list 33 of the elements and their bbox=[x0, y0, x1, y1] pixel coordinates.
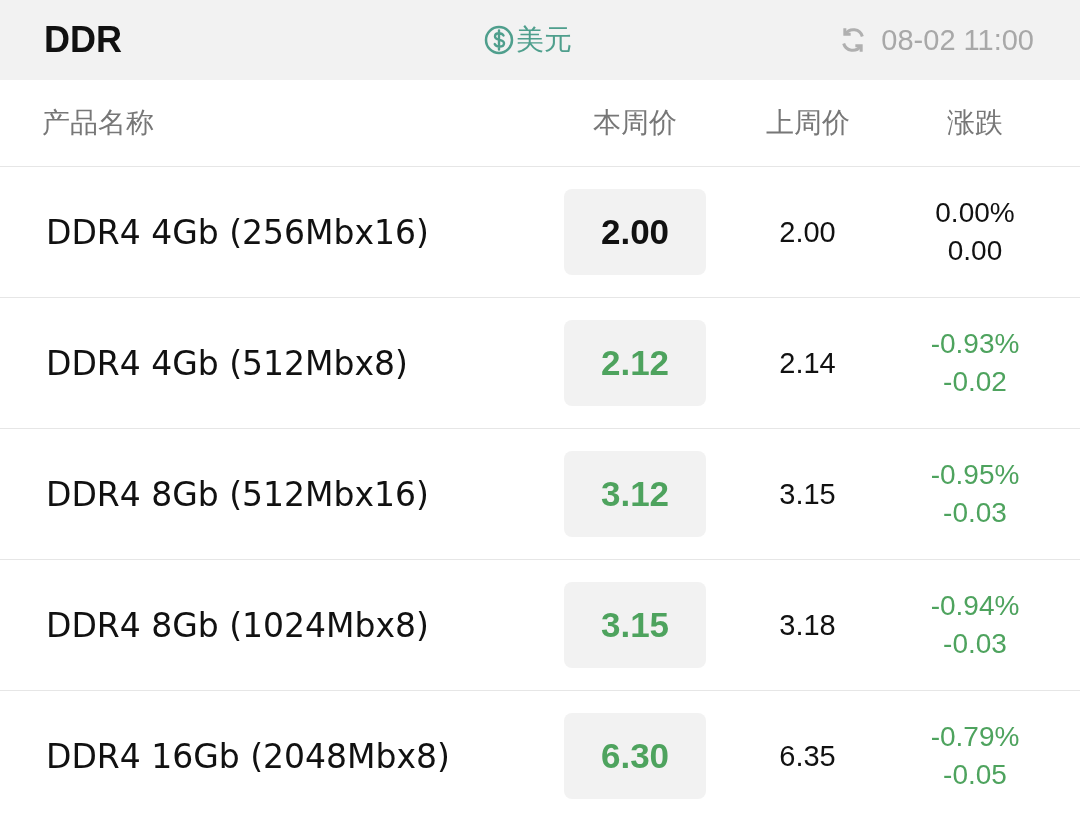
current-price: 2.00 bbox=[564, 189, 706, 275]
page-title: DDR bbox=[44, 19, 123, 61]
change-percent: 0.00% bbox=[935, 197, 1015, 229]
last-week-price: 2.00 bbox=[779, 215, 836, 249]
change-value: -0.03 bbox=[943, 628, 1007, 660]
product-name: DDR4 8Gb (512Mbx16) bbox=[46, 474, 429, 514]
last-week-price: 6.35 bbox=[779, 739, 836, 773]
update-time: 08-02 11:00 bbox=[881, 23, 1034, 57]
last-week-price: 3.15 bbox=[779, 477, 836, 511]
current-price: 3.12 bbox=[564, 451, 706, 537]
change-value: -0.02 bbox=[943, 366, 1007, 398]
column-header: 涨跌 bbox=[947, 105, 1003, 141]
product-name: DDR4 4Gb (256Mbx16) bbox=[46, 212, 429, 252]
change-value: -0.05 bbox=[943, 759, 1007, 791]
currency-toggle[interactable]: 美元 bbox=[484, 21, 734, 59]
last-week-price: 2.14 bbox=[779, 346, 836, 380]
product-name: DDR4 16Gb (2048Mbx8) bbox=[46, 736, 450, 776]
current-price: 6.30 bbox=[564, 713, 706, 799]
current-price: 2.12 bbox=[564, 320, 706, 406]
change-percent: -0.93% bbox=[930, 328, 1020, 360]
change-value: -0.03 bbox=[943, 497, 1007, 529]
dollar-icon bbox=[484, 25, 514, 55]
change-value: 0.00 bbox=[947, 235, 1003, 267]
change-percent: -0.95% bbox=[930, 459, 1020, 491]
product-name: DDR4 4Gb (512Mbx8) bbox=[46, 343, 408, 383]
product-name: DDR4 8Gb (1024Mbx8) bbox=[46, 605, 429, 645]
change-percent: -0.94% bbox=[930, 590, 1020, 622]
last-week-price: 3.18 bbox=[779, 608, 836, 642]
column-header: 产品名称 bbox=[42, 105, 154, 141]
change-percent: -0.79% bbox=[930, 721, 1020, 753]
column-header: 本周价 bbox=[593, 105, 677, 141]
current-price: 3.15 bbox=[564, 582, 706, 668]
column-header: 上周价 bbox=[765, 105, 850, 141]
